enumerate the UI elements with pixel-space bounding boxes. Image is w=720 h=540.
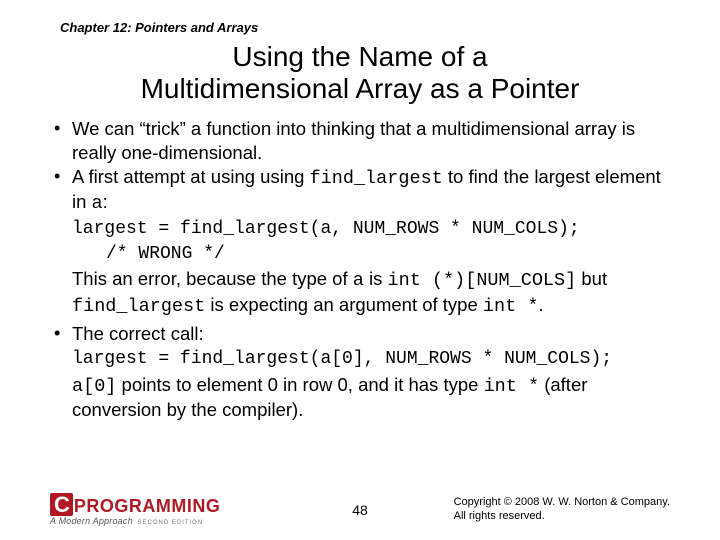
para2-c1: a[0] xyxy=(72,376,116,397)
title-line-1: Using the Name of a xyxy=(232,41,487,72)
para1-c3: find_largest xyxy=(72,296,205,317)
page-number: 48 xyxy=(352,502,368,518)
copyright: Copyright © 2008 W. W. Norton & Company.… xyxy=(454,496,670,524)
paragraph-1: This an error, because the type of a is … xyxy=(50,267,670,318)
code-block-1-line2: /* WRONG */ xyxy=(50,243,670,266)
logo-edition: SECOND EDITION xyxy=(137,520,203,526)
logo-programming: PROGRAMMING xyxy=(74,497,221,515)
footer: CPROGRAMMING A Modern Approach SECOND ED… xyxy=(50,493,670,526)
bullet-2-pre: A first attempt at using using xyxy=(72,166,310,187)
bullet-1: We can “trick” a function into thinking … xyxy=(50,117,670,164)
title-line-2: Multidimensional Array as a Pointer xyxy=(141,73,580,104)
para1-c2: int (*)[NUM_COLS] xyxy=(388,270,577,291)
chapter-label: Chapter 12: Pointers and Arrays xyxy=(60,20,670,35)
bullet-3: The correct call: xyxy=(50,322,670,346)
para1-c1: a xyxy=(353,270,364,291)
para1-c4: int * xyxy=(483,296,539,317)
bullet-2-code2: a xyxy=(92,193,103,214)
slide-title: Using the Name of a Multidimensional Arr… xyxy=(50,41,670,105)
bullet-1-text: We can “trick” a function into thinking … xyxy=(72,118,635,163)
bullet-list: We can “trick” a function into thinking … xyxy=(50,117,670,216)
para1-m1: is xyxy=(364,268,388,289)
logo-c-icon: C xyxy=(50,493,73,516)
code-block-1-line1: largest = find_largest(a, NUM_ROWS * NUM… xyxy=(50,218,670,241)
para1-pre: This an error, because the type of xyxy=(72,268,353,289)
para2-m1: points to element 0 in row 0, and it has… xyxy=(116,374,483,395)
bullet-2-post: : xyxy=(103,191,108,212)
paragraph-2: a[0] points to element 0 in row 0, and i… xyxy=(50,373,670,422)
bullet-3-text: The correct call: xyxy=(72,323,204,344)
para1-post: . xyxy=(538,294,543,315)
bullet-list-2: The correct call: xyxy=(50,322,670,346)
copyright-line2: All rights reserved. xyxy=(454,510,545,522)
para2-c2: int * xyxy=(484,376,540,397)
bullet-2: A first attempt at using using find_larg… xyxy=(50,165,670,216)
para1-m3: is expecting an argument of type xyxy=(205,294,483,315)
logo-top: CPROGRAMMING xyxy=(50,493,220,516)
code-block-2: largest = find_largest(a[0], NUM_ROWS * … xyxy=(50,348,670,371)
copyright-line1: Copyright © 2008 W. W. Norton & Company. xyxy=(454,496,670,508)
para1-m2: but xyxy=(576,268,607,289)
bullet-2-code1: find_largest xyxy=(310,168,443,189)
logo-sub-text: A Modern Approach xyxy=(50,516,133,526)
book-logo: CPROGRAMMING A Modern Approach SECOND ED… xyxy=(50,493,220,526)
logo-subtitle: A Modern Approach SECOND EDITION xyxy=(50,517,220,526)
